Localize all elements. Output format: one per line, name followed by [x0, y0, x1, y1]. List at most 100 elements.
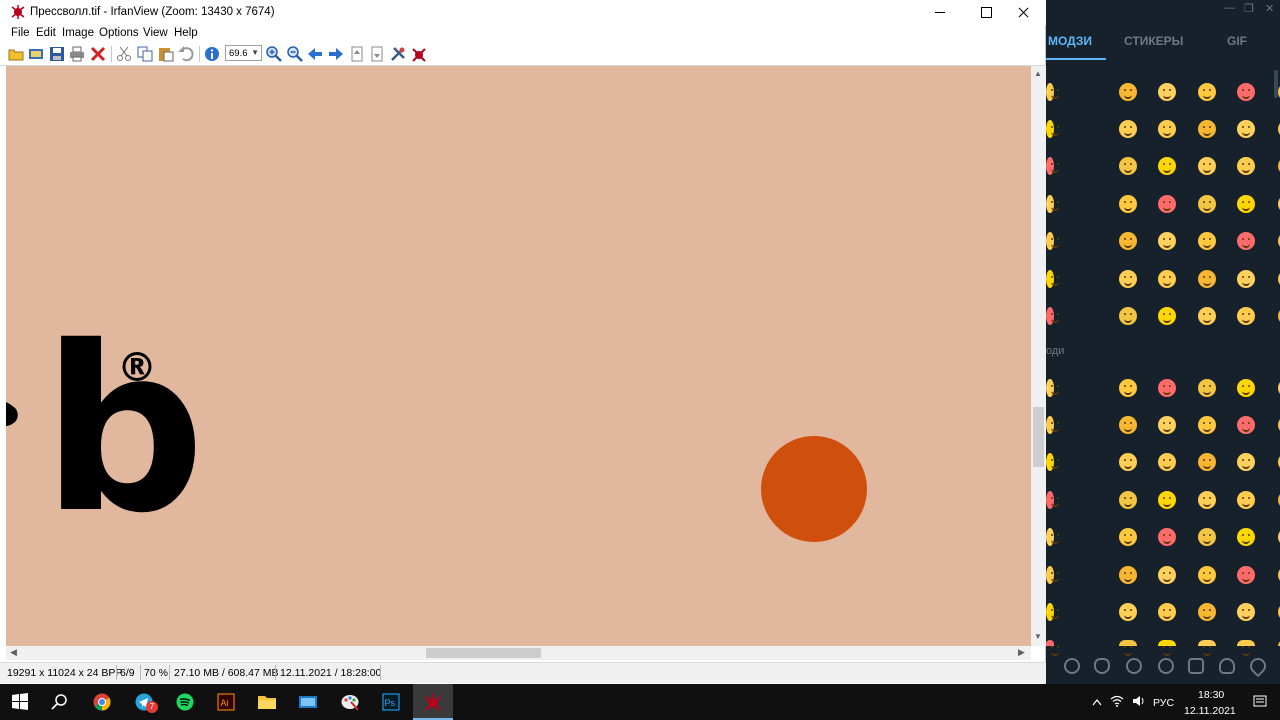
emoji-item[interactable]	[1119, 528, 1137, 546]
emoji-item[interactable]	[1119, 120, 1137, 138]
category-heart-icon[interactable]	[1246, 654, 1270, 678]
tg-maximize-icon[interactable]: ❐	[1244, 2, 1254, 15]
save-icon[interactable]	[49, 46, 65, 62]
emoji-item[interactable]	[1046, 379, 1059, 397]
emoji-item[interactable]	[1198, 83, 1216, 101]
taskbar-file-explorer[interactable]	[247, 684, 287, 720]
taskbar-photoshop[interactable]: Ps	[371, 684, 411, 720]
delete-icon[interactable]	[90, 46, 106, 62]
emoji-item[interactable]	[1119, 270, 1137, 288]
emoji-item[interactable]	[1158, 379, 1176, 397]
copy-icon[interactable]	[137, 46, 153, 62]
emoji-item[interactable]	[1198, 528, 1216, 546]
print-icon[interactable]	[69, 46, 85, 62]
title-bar[interactable]: Прессволл.tif - IrfanView (Zoom: 13430 x…	[0, 0, 1046, 25]
irfanview-logo-icon[interactable]	[411, 46, 427, 62]
emoji-item[interactable]	[1198, 416, 1216, 434]
first-page-icon[interactable]	[349, 46, 365, 62]
emoji-item[interactable]	[1046, 307, 1059, 325]
emoji-item[interactable]	[1198, 195, 1216, 213]
clock-time[interactable]: 18:30	[1198, 689, 1224, 701]
emoji-item[interactable]	[1158, 120, 1176, 138]
zoom-out-icon[interactable]	[287, 46, 303, 62]
emoji-item[interactable]	[1119, 195, 1137, 213]
tab-stickers[interactable]: СТИКЕРЫ	[1124, 34, 1183, 48]
horizontal-scrollbar[interactable]: ◀ ▶	[6, 646, 1031, 660]
emoji-item[interactable]	[1119, 232, 1137, 250]
emoji-item[interactable]	[1158, 640, 1176, 656]
emoji-item[interactable]	[1046, 83, 1059, 101]
emoji-item[interactable]	[1237, 195, 1255, 213]
thumbnails-icon[interactable]	[28, 46, 44, 62]
notification-center-icon[interactable]	[1253, 695, 1267, 709]
emoji-item[interactable]	[1158, 195, 1176, 213]
info-icon[interactable]	[204, 46, 220, 62]
emoji-item[interactable]	[1158, 603, 1176, 621]
emoji-item[interactable]	[1237, 603, 1255, 621]
tab-gif[interactable]: GIF	[1227, 34, 1247, 48]
start-button[interactable]	[0, 684, 40, 720]
emoji-item[interactable]	[1198, 270, 1216, 288]
emoji-item[interactable]	[1237, 270, 1255, 288]
taskbar-illustrator[interactable]: Ai	[206, 684, 246, 720]
paste-icon[interactable]	[158, 46, 174, 62]
menu-view[interactable]: View	[143, 27, 168, 39]
category-bulb-icon[interactable]	[1219, 658, 1235, 674]
vertical-scroll-thumb[interactable]	[1033, 407, 1044, 467]
taskbar-irfanview[interactable]	[413, 684, 453, 720]
emoji-item[interactable]	[1046, 453, 1059, 471]
emoji-item[interactable]	[1119, 307, 1137, 325]
emoji-item[interactable]	[1119, 453, 1137, 471]
emoji-item[interactable]	[1237, 453, 1255, 471]
taskbar-chrome[interactable]	[82, 684, 122, 720]
emoji-item[interactable]	[1158, 566, 1176, 584]
minimize-button[interactable]	[917, 0, 963, 25]
open-folder-icon[interactable]	[8, 46, 24, 62]
horizontal-scroll-thumb[interactable]	[426, 648, 541, 658]
language-indicator[interactable]: РУС	[1153, 697, 1174, 709]
emoji-item[interactable]	[1119, 603, 1137, 621]
emoji-item[interactable]	[1046, 232, 1059, 250]
clock-date[interactable]: 12.11.2021	[1184, 705, 1236, 717]
emoji-item[interactable]	[1237, 566, 1255, 584]
tab-emoji[interactable]: МОДЗИ	[1048, 34, 1092, 48]
emoji-item[interactable]	[1237, 83, 1255, 101]
emoji-item[interactable]	[1237, 416, 1255, 434]
emoji-item[interactable]	[1237, 307, 1255, 325]
emoji-item[interactable]	[1158, 270, 1176, 288]
tg-minimize-icon[interactable]: —	[1224, 2, 1235, 14]
menu-help[interactable]: Help	[174, 27, 198, 39]
emoji-item[interactable]	[1046, 603, 1059, 621]
emoji-item[interactable]	[1158, 453, 1176, 471]
emoji-item[interactable]	[1198, 566, 1216, 584]
cut-icon[interactable]	[116, 46, 132, 62]
emoji-item[interactable]	[1158, 416, 1176, 434]
category-smiley-icon[interactable]	[1064, 658, 1080, 674]
emoji-item[interactable]	[1158, 491, 1176, 509]
emoji-item[interactable]	[1158, 232, 1176, 250]
emoji-item[interactable]	[1119, 83, 1137, 101]
last-page-icon[interactable]	[369, 46, 385, 62]
emoji-item[interactable]	[1158, 307, 1176, 325]
emoji-item[interactable]	[1237, 491, 1255, 509]
emoji-item[interactable]	[1198, 120, 1216, 138]
undo-icon[interactable]	[178, 46, 194, 62]
properties-tools-icon[interactable]	[390, 46, 406, 62]
menu-image[interactable]: Image	[62, 27, 94, 39]
emoji-item[interactable]	[1198, 232, 1216, 250]
emoji-item[interactable]	[1198, 603, 1216, 621]
emoji-item[interactable]	[1237, 157, 1255, 175]
emoji-item[interactable]	[1119, 491, 1137, 509]
tg-close-icon[interactable]: ✕	[1265, 2, 1274, 15]
wifi-icon[interactable]	[1110, 695, 1124, 707]
menu-options[interactable]: Options	[99, 27, 139, 39]
emoji-item[interactable]	[1046, 566, 1059, 584]
search-button[interactable]	[40, 684, 80, 720]
emoji-item[interactable]	[1046, 491, 1059, 509]
emoji-item[interactable]	[1119, 416, 1137, 434]
emoji-item[interactable]	[1046, 120, 1059, 138]
vertical-scrollbar[interactable]: ▲ ▼	[1031, 66, 1046, 646]
scroll-left-arrow-icon[interactable]: ◀	[10, 647, 17, 658]
emoji-item[interactable]	[1198, 453, 1216, 471]
emoji-item[interactable]	[1237, 232, 1255, 250]
